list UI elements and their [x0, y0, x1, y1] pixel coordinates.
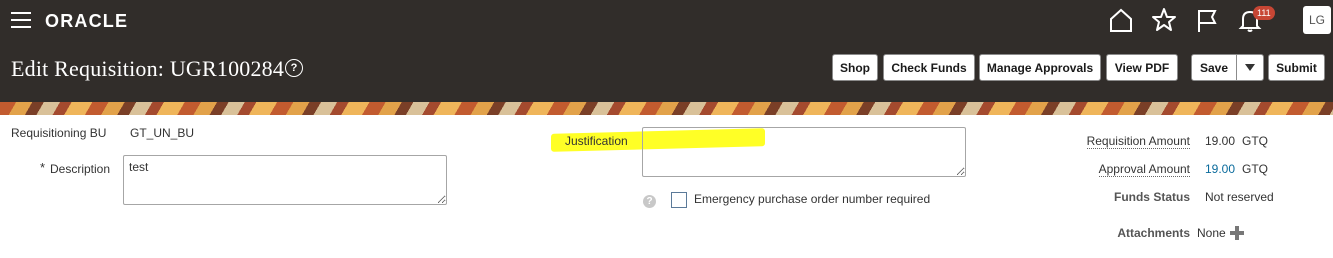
funds-status-label: Funds Status: [1113, 190, 1190, 204]
description-label: Description: [50, 162, 111, 176]
menu-icon[interactable]: [11, 12, 31, 28]
chevron-down-icon: [1245, 64, 1255, 71]
emergency-po-checkbox[interactable]: [671, 192, 687, 208]
save-button[interactable]: Save: [1191, 54, 1237, 81]
user-avatar[interactable]: LG: [1303, 6, 1331, 34]
approval-currency: GTQ: [1242, 162, 1268, 176]
justification-label: Justification: [565, 134, 628, 148]
manage-approvals-button[interactable]: Manage Approvals: [979, 54, 1101, 81]
approval-amount-label[interactable]: Approval Amount: [1098, 162, 1190, 177]
attachments-label: Attachments: [1117, 226, 1190, 240]
requisition-amount-value: 19.00: [1205, 134, 1236, 148]
help-icon[interactable]: ?: [643, 195, 656, 208]
save-dropdown-button[interactable]: [1236, 54, 1264, 81]
attachments-value: None: [1197, 226, 1226, 240]
requisitioning-bu-value: GT_UN_BU: [130, 126, 195, 140]
approval-amount-value[interactable]: 19.00: [1205, 162, 1235, 176]
view-pdf-button[interactable]: View PDF: [1106, 54, 1178, 81]
requisition-amount-label[interactable]: Requisition Amount: [1086, 134, 1190, 149]
check-funds-button[interactable]: Check Funds: [883, 54, 975, 81]
submit-button[interactable]: Submit: [1268, 54, 1325, 81]
emergency-po-label: Emergency purchase order number required: [694, 192, 931, 206]
shop-button[interactable]: Shop: [832, 54, 878, 81]
global-header: ORACLE 111 LG Edit Requisition: UGR10028…: [0, 0, 1333, 102]
requisitioning-bu-label: Requisitioning BU: [11, 126, 107, 140]
add-attachment-icon[interactable]: [1230, 226, 1244, 240]
required-marker: *: [40, 160, 46, 175]
description-field[interactable]: test: [123, 155, 447, 205]
notification-badge: 111: [1253, 6, 1275, 20]
oracle-logo[interactable]: ORACLE: [45, 11, 128, 32]
requisition-currency: GTQ: [1242, 134, 1268, 148]
star-icon[interactable]: [1151, 7, 1177, 33]
justification-field[interactable]: [642, 127, 966, 177]
flag-icon[interactable]: [1194, 7, 1220, 33]
funds-status-value: Not reserved: [1205, 190, 1274, 204]
page-title: Edit Requisition: UGR100284: [11, 56, 285, 81]
home-icon[interactable]: [1108, 7, 1134, 33]
help-icon[interactable]: ?: [285, 59, 303, 77]
decorative-banner: [0, 102, 1333, 115]
